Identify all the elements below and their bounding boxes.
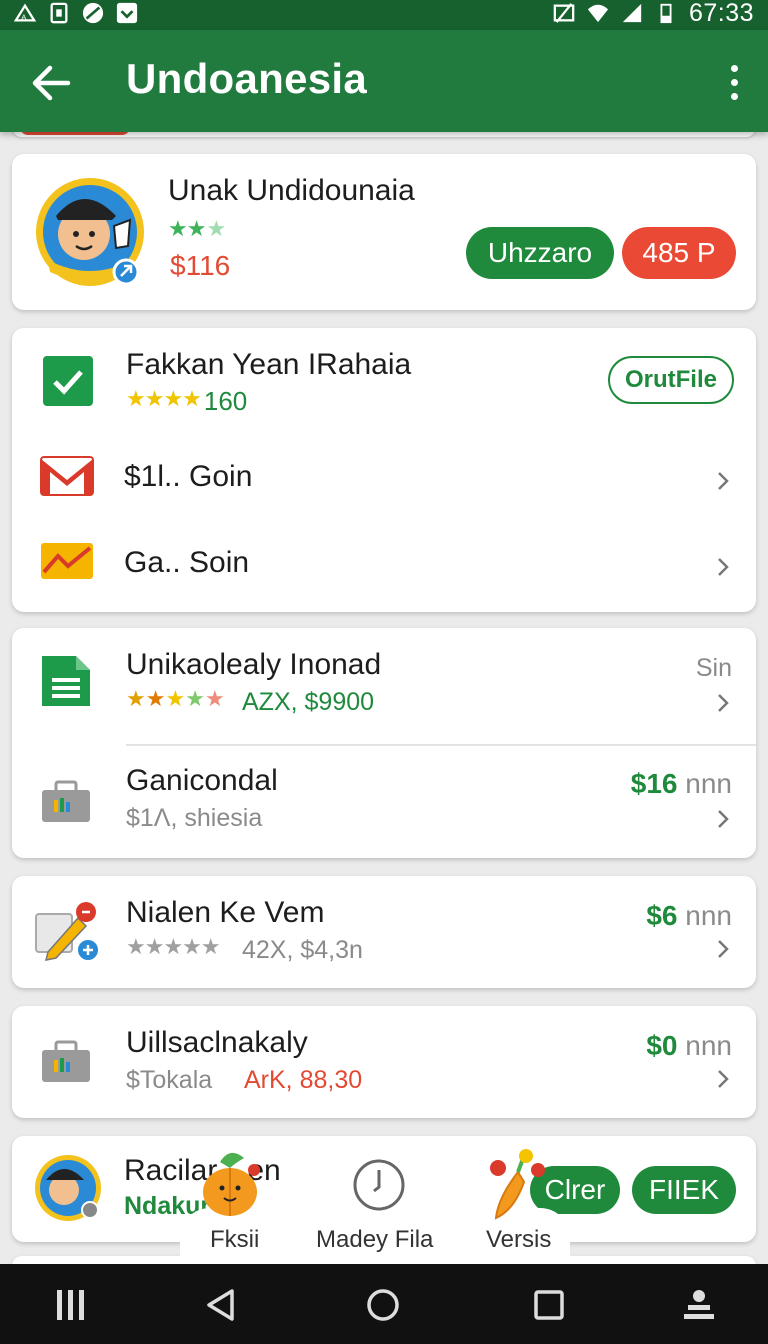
item-title: Ganicondal [126, 764, 278, 797]
nav-label: Versis [486, 1226, 552, 1253]
app-avatar-icon [35, 1155, 101, 1221]
item-title: Fakkan Yean IRahaia [126, 348, 412, 381]
edit-badge-icon [35, 902, 100, 962]
rating-stars: ★★★★ 160 [126, 386, 248, 416]
accessibility-icon[interactable] [682, 1288, 716, 1322]
clock-icon [353, 1159, 405, 1211]
list-item[interactable]: Uillsaclnakaly $Tokala ArK, 88,30 $0 nnn [12, 1006, 756, 1118]
wifi-icon [587, 4, 609, 23]
chevron-right-icon [718, 940, 729, 958]
chevron-right-icon [718, 1070, 729, 1088]
chevron-right-icon [718, 558, 729, 576]
item-title: Nialen Ke Vem [126, 896, 325, 929]
list-item[interactable]: Unikaolealy Inonad ★ ★ ★ ★ ★ AZX, $9900 Sin [12, 628, 756, 742]
item-title: Unikaolealy Inonad [126, 648, 382, 681]
nav-label: Fksii [210, 1226, 260, 1253]
clock: 67:33 [688, 0, 754, 27]
app-name: Unak Undidounaia [168, 174, 415, 207]
flower-pepper-icon [490, 1149, 545, 1220]
pumpkin-icon [203, 1152, 260, 1216]
item-price: $16 nnn [630, 768, 732, 799]
chevron-right-icon [718, 694, 729, 712]
back-arrow-icon[interactable] [28, 60, 74, 106]
chevron-right-icon [718, 810, 729, 828]
home-icon[interactable] [366, 1288, 400, 1322]
envelope-chart-icon [41, 543, 93, 579]
featured-app-card[interactable]: Unak Undidounaia ★★ ★ $116 Uhzzaro 485 P [12, 154, 756, 310]
file-list-card: Unikaolealy Inonad ★ ★ ★ ★ ★ AZX, $9900 Sin … [12, 628, 756, 858]
nav-label: Madey Fila [316, 1226, 434, 1253]
list-item-label: $1l.. Goin [124, 460, 253, 493]
status-bar: A 67:33 [0, 0, 768, 30]
chevron-right-icon [718, 472, 729, 490]
download-icon [116, 2, 138, 24]
list-item-label: Ga.. Soin [124, 546, 250, 579]
price-button[interactable]: 485 P [622, 227, 736, 279]
cell-signal-icon [622, 3, 642, 23]
nav-item-madey-fila[interactable]: Madey Fila [300, 1208, 460, 1268]
svg-text:A: A [21, 12, 26, 21]
mail-icon [40, 456, 94, 496]
action-button-secondary[interactable]: FIIEK [632, 1166, 736, 1214]
dnd-icon [82, 2, 104, 24]
recent-apps-icon[interactable] [54, 1288, 88, 1322]
item-meta: $Tokala [126, 1066, 213, 1094]
item-title: Uillsaclnakaly [126, 1026, 308, 1059]
system-navigation-bar [0, 1264, 768, 1344]
page-title: Undoanesia [126, 55, 368, 102]
rating-stars: ★★ ★ [168, 216, 226, 241]
item-meta: 42X, $4,3n [242, 936, 363, 964]
sim-icon [50, 2, 68, 24]
open-file-button[interactable]: OrutFile [608, 356, 734, 404]
app-bar: Undoanesia [0, 30, 768, 132]
primary-action-button[interactable]: Uhzzaro [466, 227, 614, 279]
overflow-menu-icon[interactable] [722, 63, 746, 103]
briefcase-icon [42, 780, 90, 822]
sheets-icon [42, 656, 90, 706]
list-item[interactable]: Ga.. Soin [12, 526, 756, 606]
item-meta: AZX, $9900 [242, 688, 375, 716]
app-price: $116 [170, 250, 231, 281]
list-item[interactable]: $1l.. Goin [12, 440, 756, 520]
item-status: Sin [695, 654, 732, 682]
app-avatar-icon [36, 178, 144, 286]
list-item[interactable]: Nialen Ke Vem ★★★★★ 42X, $4,3n $6 nnn [12, 876, 756, 988]
battery-icon [660, 3, 672, 24]
item-meta-secondary: ArK, 88,30 [244, 1066, 363, 1094]
item-price: $6 nnn [646, 900, 732, 931]
list-item[interactable]: Ganicondal $1Λ, shiesia $16 nnn [12, 746, 756, 858]
item-meta: $1Λ, shiesia [126, 804, 263, 832]
app-detail-card: Fakkan Yean IRahaia ★★★★ 160 OrutFile $1l… [12, 328, 756, 612]
checkbox-icon [43, 356, 93, 406]
back-triangle-icon[interactable] [204, 1288, 238, 1322]
notification-icon: A [14, 3, 36, 22]
briefcase-icon [42, 1040, 90, 1082]
no-signal-icon [553, 3, 575, 23]
rating-stars: ★★★★★ [126, 934, 221, 959]
overview-square-icon[interactable] [532, 1288, 566, 1322]
item-price: $0 nnn [646, 1030, 732, 1061]
rating-stars: ★★★★★ [126, 686, 225, 711]
